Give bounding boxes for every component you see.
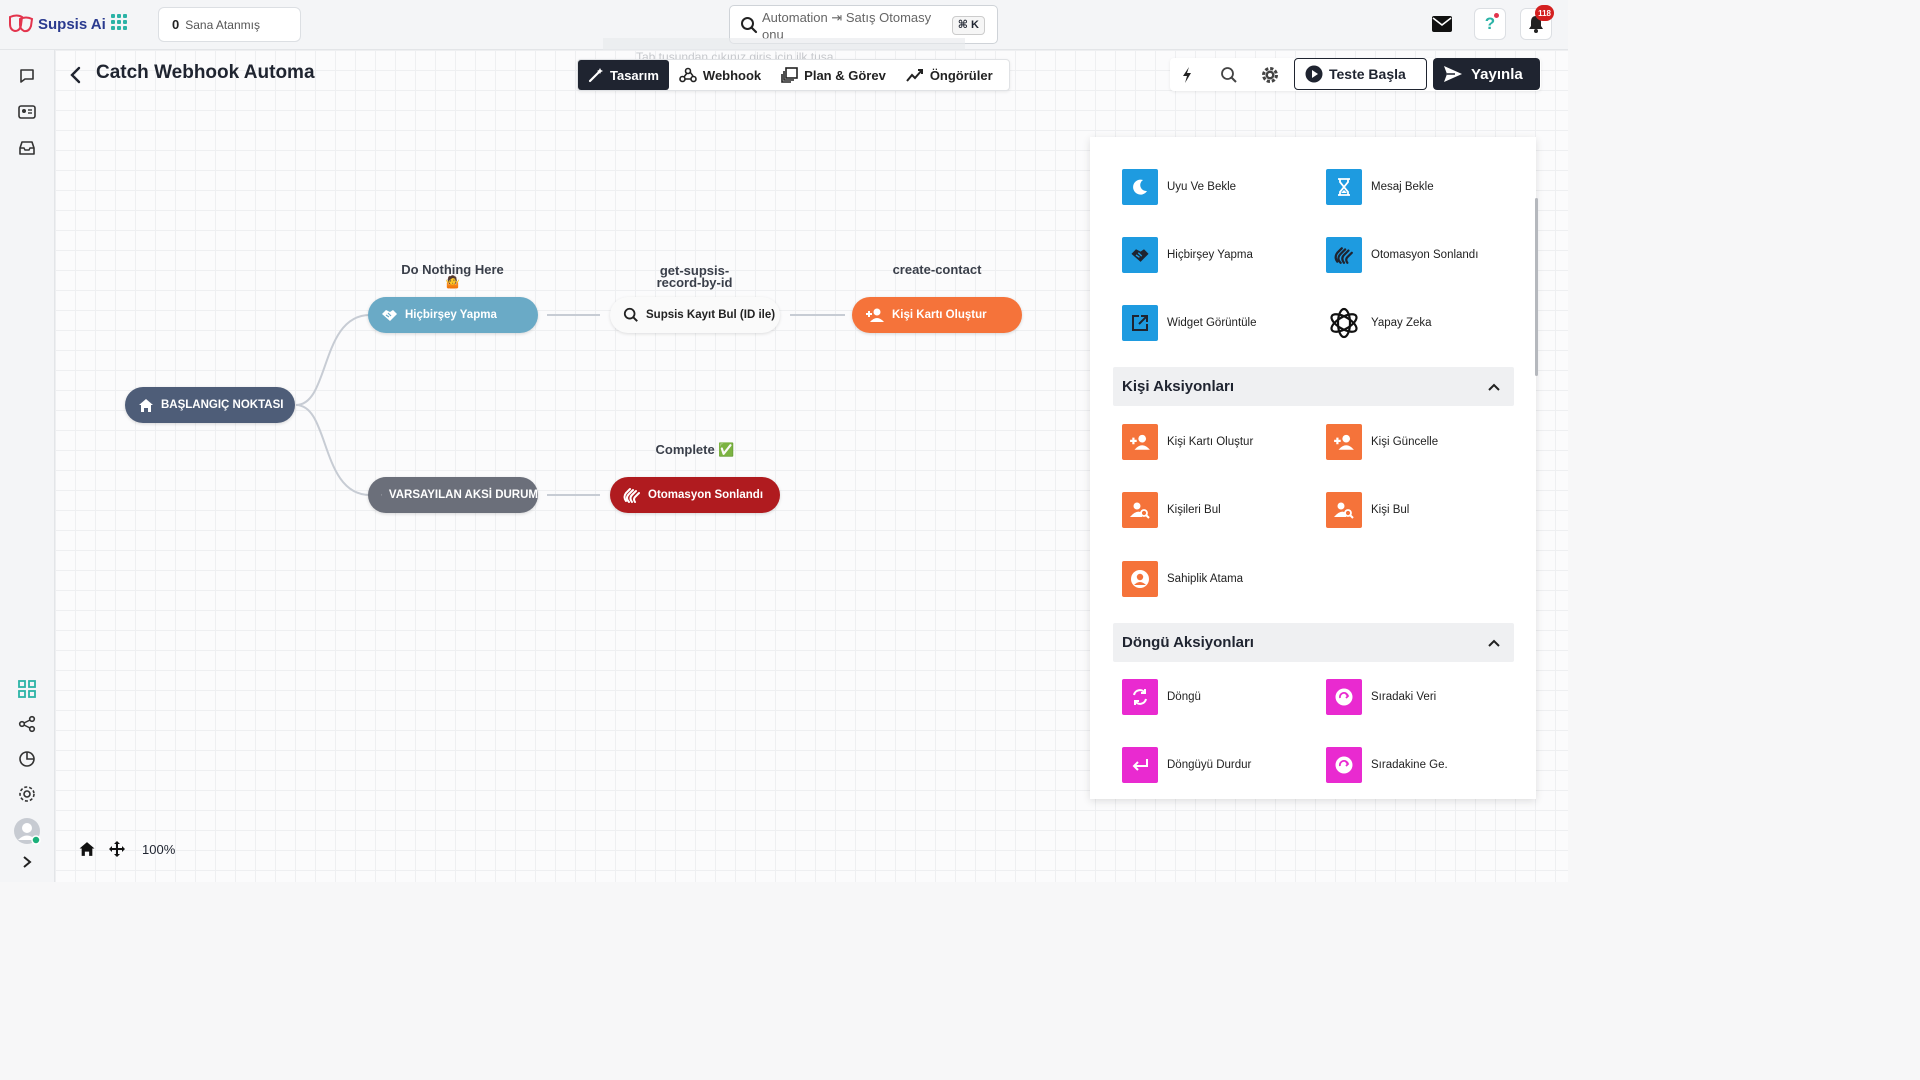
next-icon [1326,747,1362,783]
flow-node-find-title: get-supsis-record-by-id [656,263,733,290]
zoom-controls: 100% [70,832,190,866]
action-stop-loop[interactable]: Döngüyü Durdur [1122,747,1251,783]
help-icon: ? [1485,13,1500,34]
chevron-up-icon [1488,639,1500,647]
action-skip-next[interactable]: Sıradakine Ge. [1326,747,1448,783]
return-icon [1122,747,1158,783]
action-end-automation[interactable]: Otomasyon Sonlandı [1326,237,1478,273]
next-icon [1326,679,1362,715]
action-do-nothing[interactable]: Hiçbirşey Yapma [1122,237,1253,273]
section-loop-actions-title: Döngü Aksiyonları [1122,634,1254,651]
handshake-icon [382,310,397,321]
gear-icon [1262,67,1278,83]
user-search-icon [1326,492,1362,528]
hourglass-icon [1326,169,1362,205]
external-link-icon [1122,305,1158,341]
publish-label: Yayınla [1471,65,1523,83]
publish-button[interactable]: Yayınla [1433,58,1540,90]
section-loop-actions[interactable]: Döngü Aksiyonları [1113,623,1514,662]
handshake-icon [1122,237,1158,273]
shrug-emoji: 🤷 [445,275,460,289]
action-wait-message[interactable]: Mesaj Bekle [1326,169,1434,205]
broken-heart-icon [381,494,382,496]
panel-scrollbar[interactable] [1535,198,1538,376]
home-icon[interactable] [78,841,96,857]
play-circle-icon [1305,65,1323,83]
mail-button[interactable] [1426,8,1458,40]
flow-node-create-contact-label: Kişi Kartı Oluştur [892,309,987,321]
flow-node-start-label: BAŞLANGIÇ NOKTASI [161,399,284,411]
flow-node-default-label: VARSAYILAN AKSİ DURUM [388,489,538,501]
user-plus-icon [1122,424,1158,460]
flow-node-end[interactable]: Otomasyon Sonlandı [610,477,780,513]
flow-connectors [295,314,845,496]
flow-node-nothing-title: Do Nothing Here 🤷 [401,262,504,289]
move-icon[interactable] [108,840,126,858]
start-test-button[interactable]: Teste Başla [1294,58,1427,90]
user-circle-icon [1122,561,1158,597]
flow-node-find-record[interactable]: Supsis Kayıt Bul (ID ile) [610,297,780,333]
user-edit-icon [1326,424,1362,460]
zoom-level[interactable]: 100% [142,842,175,857]
action-show-widget[interactable]: Widget Görüntüle [1122,305,1257,341]
action-update-contact[interactable]: Kişi Güncelle [1326,424,1438,460]
send-icon [1444,66,1462,82]
action-create-contact[interactable]: Kişi Kartı Oluştur [1122,424,1253,460]
notification-badge: 118 [1535,5,1554,21]
flow-node-default[interactable]: VARSAYILAN AKSİ DURUM [368,477,538,513]
action-ai[interactable]: Yapay Zeka [1326,305,1432,341]
flow-node-do-nothing-label: Hiçbirşey Yapma [405,309,497,321]
openai-icon [1326,305,1362,341]
flow-node-do-nothing[interactable]: Hiçbirşey Yapma [368,297,538,333]
quick-action-button[interactable] [1176,64,1198,86]
flow-node-create-contact[interactable]: Kişi Kartı Oluştur [852,297,1022,333]
action-find-contact[interactable]: Kişi Bul [1326,492,1409,528]
action-find-contacts[interactable]: Kişileri Bul [1122,492,1221,528]
flow-node-start[interactable]: BAŞLANGIÇ NOKTASI [125,387,295,423]
section-contact-actions[interactable]: Kişi Aksiyonları [1113,367,1514,406]
home-icon [139,398,153,412]
action-next-data[interactable]: Sıradaki Veri [1326,679,1436,715]
user-search-icon [1122,492,1158,528]
mail-icon [1432,16,1452,32]
start-test-label: Teste Başla [1329,66,1406,82]
action-sleep-wait[interactable]: Uyu Ve Bekle [1122,169,1236,205]
wave-hand-icon [623,488,640,503]
flow-node-end-title: Complete ✅ [655,442,735,457]
canvas-search-button[interactable] [1218,64,1240,86]
lightning-icon [1183,67,1191,83]
loop-icon [1122,679,1158,715]
moon-icon [1122,169,1158,205]
user-plus-icon [866,308,884,322]
help-button[interactable]: ? [1474,8,1506,40]
section-contact-actions-title: Kişi Aksiyonları [1122,378,1234,395]
search-icon [623,307,638,322]
notifications-button[interactable]: 118 [1520,5,1554,40]
flow-node-contact-title: create-contact [892,262,982,277]
action-assign-owner[interactable]: Sahiplik Atama [1122,561,1243,597]
flow-settings-button[interactable] [1259,64,1281,86]
flow-node-find-record-label: Supsis Kayıt Bul (ID ile) [646,309,776,321]
wave-hand-icon [1326,237,1362,273]
action-loop[interactable]: Döngü [1122,679,1201,715]
chevron-up-icon [1488,383,1500,391]
search-icon [1221,67,1237,83]
flow-node-end-label: Otomasyon Sonlandı [648,489,764,501]
